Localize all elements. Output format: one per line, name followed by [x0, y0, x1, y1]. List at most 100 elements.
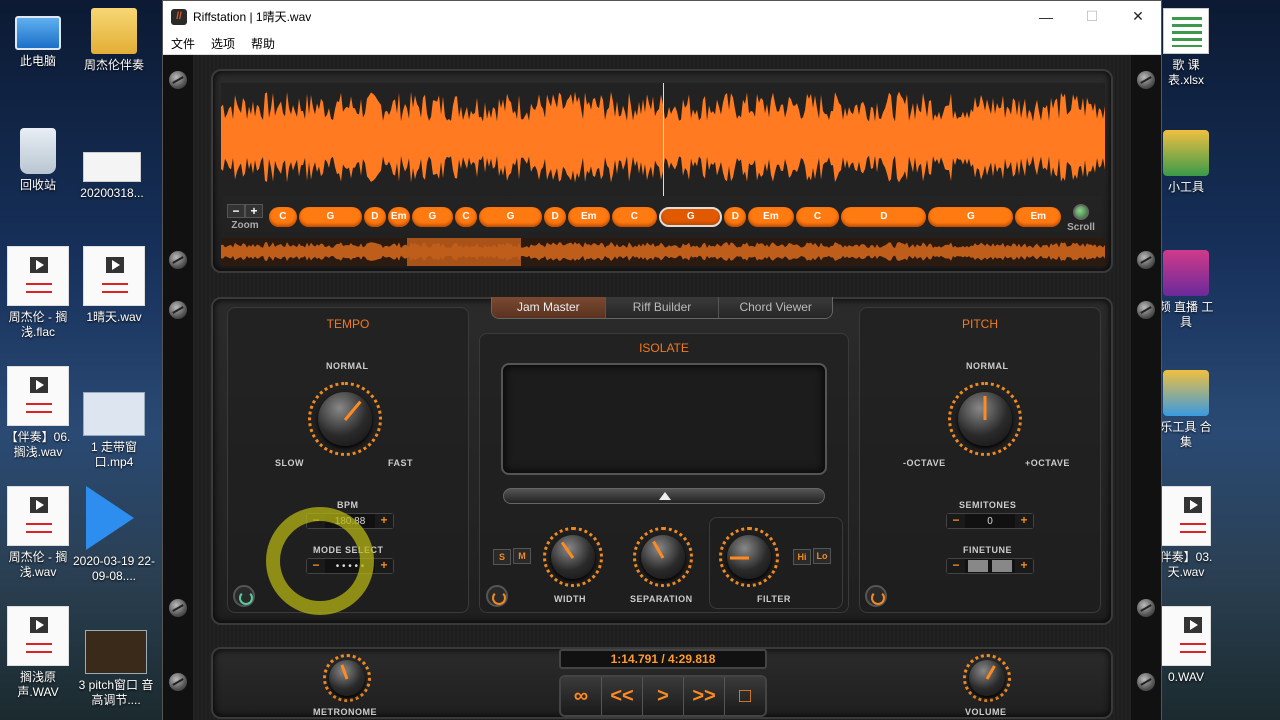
- loop-button[interactable]: ∞: [561, 677, 602, 715]
- desktop-icon-folder[interactable]: 周杰伦伴奏: [78, 8, 150, 73]
- chord-g[interactable]: G: [298, 207, 363, 227]
- tab-riff-builder[interactable]: Riff Builder: [605, 297, 720, 318]
- mouse-cursor-highlight: [266, 507, 374, 615]
- bpm-increase-button[interactable]: +: [375, 514, 393, 528]
- maximize-button[interactable]: ☐: [1069, 1, 1115, 32]
- metronome-knob[interactable]: [329, 660, 365, 696]
- stop-button[interactable]: □: [725, 677, 765, 715]
- chord-d[interactable]: D: [841, 207, 927, 227]
- play-button[interactable]: >: [643, 677, 684, 715]
- finetune-label: FINETUNE: [963, 545, 1012, 555]
- width-label: WIDTH: [554, 594, 586, 604]
- chord-d[interactable]: D: [724, 207, 747, 227]
- solo-button[interactable]: S: [493, 549, 511, 565]
- desktop-icon-wav[interactable]: 伴奏】03.天.wav: [1158, 486, 1214, 580]
- filter-knob[interactable]: [727, 535, 771, 579]
- chord-g[interactable]: G: [659, 207, 723, 227]
- tab-chord-viewer[interactable]: Chord Viewer: [719, 297, 832, 318]
- volume-knob[interactable]: [969, 660, 1005, 696]
- menu-file[interactable]: 文件: [163, 35, 203, 52]
- chord-c[interactable]: C: [269, 207, 297, 227]
- minimize-button[interactable]: —: [1023, 1, 1069, 32]
- desktop-icon-video[interactable]: 3 pitch窗口 音高调节....: [76, 630, 156, 708]
- folder-icon: [91, 8, 137, 54]
- right-rail: [1131, 55, 1161, 720]
- separation-knob[interactable]: [641, 535, 685, 579]
- desktop-icon-recycle-bin[interactable]: 回收站: [2, 128, 74, 193]
- knob-indicator: [340, 664, 349, 680]
- waveform-display[interactable]: [221, 83, 1105, 196]
- zoom-out-button[interactable]: −: [227, 204, 245, 218]
- chord-g[interactable]: G: [928, 207, 1014, 227]
- overview-svg: [221, 238, 1105, 266]
- rewind-button[interactable]: <<: [602, 677, 643, 715]
- desktop-icon-folder[interactable]: 频 直播 工具: [1158, 250, 1214, 330]
- desktop-icon-wav[interactable]: 周杰伦 - 搁浅.wav: [2, 486, 74, 580]
- pitch-power-button[interactable]: [865, 585, 887, 607]
- tab-jam-master[interactable]: Jam Master: [492, 297, 606, 318]
- audio-file-icon: [1161, 606, 1211, 666]
- desktop-icon-folder[interactable]: 乐工具 合集: [1158, 370, 1214, 450]
- isolate-pan-slider[interactable]: [503, 488, 825, 504]
- desktop-icon-label: 回收站: [19, 178, 56, 192]
- isolate-power-button[interactable]: [486, 585, 508, 607]
- tempo-power-button[interactable]: [233, 585, 255, 607]
- chord-g[interactable]: G: [478, 207, 543, 227]
- metronome-label: METRONOME: [313, 707, 377, 717]
- menu-help[interactable]: 帮助: [243, 35, 283, 52]
- chord-d[interactable]: D: [364, 207, 386, 227]
- desktop-icon-wav[interactable]: 0.WAV: [1158, 606, 1214, 685]
- chord-em[interactable]: Em: [568, 207, 610, 227]
- width-knob[interactable]: [551, 535, 595, 579]
- menu-options[interactable]: 选项: [203, 35, 243, 52]
- chord-d[interactable]: D: [544, 207, 567, 227]
- chord-c[interactable]: C: [795, 207, 840, 227]
- zoom-in-button[interactable]: +: [245, 204, 263, 218]
- isolate-title: ISOLATE: [639, 341, 689, 355]
- semitones-increase-button[interactable]: +: [1015, 514, 1033, 528]
- chord-c[interactable]: C: [611, 207, 658, 227]
- desktop-icon-folder[interactable]: 小工具: [1158, 130, 1214, 195]
- mode-increase-button[interactable]: +: [375, 559, 393, 573]
- fast-forward-button[interactable]: >>: [684, 677, 725, 715]
- desktop-icon-wav[interactable]: 【伴奏】06.搁浅.wav: [2, 366, 74, 460]
- tempo-knob[interactable]: [318, 392, 372, 446]
- chord-em[interactable]: Em: [748, 207, 794, 227]
- semitones-value[interactable]: 0: [965, 516, 1015, 527]
- desktop-icon-image[interactable]: 20200318...: [76, 152, 148, 201]
- desktop-icon-this-pc[interactable]: 此电脑: [2, 8, 74, 69]
- tempo-title: TEMPO: [326, 317, 370, 331]
- finetune-increase-button[interactable]: +: [1015, 559, 1033, 573]
- knob-indicator: [730, 556, 749, 560]
- desktop-icon-label: 频 直播 工具: [1158, 300, 1214, 329]
- spreadsheet-icon: [1163, 8, 1209, 54]
- desktop-icon-video[interactable]: 2020-03-19 22-09-08....: [72, 486, 156, 584]
- zoom-control: − + Zoom: [223, 204, 267, 232]
- mute-button[interactable]: M: [513, 548, 531, 564]
- audio-file-icon: [7, 246, 69, 306]
- overview-waveform[interactable]: [221, 238, 1105, 266]
- slider-thumb[interactable]: [659, 492, 671, 500]
- chord-c[interactable]: C: [455, 207, 477, 227]
- chord-g[interactable]: G: [411, 207, 454, 227]
- scroll-toggle[interactable]: [1073, 204, 1089, 220]
- desktop-icon-mp4[interactable]: 1 走带窗口.mp4: [78, 392, 150, 470]
- finetune-value[interactable]: [965, 560, 1015, 572]
- chord-em[interactable]: Em: [387, 207, 410, 227]
- visible-region-highlight[interactable]: [407, 238, 521, 266]
- chord-em[interactable]: Em: [1015, 207, 1061, 227]
- filter-lo-button[interactable]: Lo: [813, 548, 831, 564]
- desktop-icon-xlsx[interactable]: 歌 课表.xlsx: [1158, 8, 1214, 88]
- pitch-knob[interactable]: [958, 392, 1012, 446]
- semitones-decrease-button[interactable]: −: [947, 514, 965, 528]
- close-button[interactable]: ✕: [1115, 1, 1161, 32]
- desktop-icon-flac[interactable]: 周杰伦 - 搁浅.flac: [2, 246, 74, 340]
- desktop-icon-wav[interactable]: 1晴天.wav: [78, 246, 150, 325]
- screw-icon: [1137, 599, 1155, 617]
- desktop-icon-wav[interactable]: 搁浅原声.WAV: [2, 606, 74, 700]
- finetune-decrease-button[interactable]: −: [947, 559, 965, 573]
- filter-hi-button[interactable]: Hi: [793, 549, 811, 565]
- audio-file-icon: [83, 246, 145, 306]
- video-file-icon: [85, 630, 147, 674]
- playhead[interactable]: [663, 83, 664, 196]
